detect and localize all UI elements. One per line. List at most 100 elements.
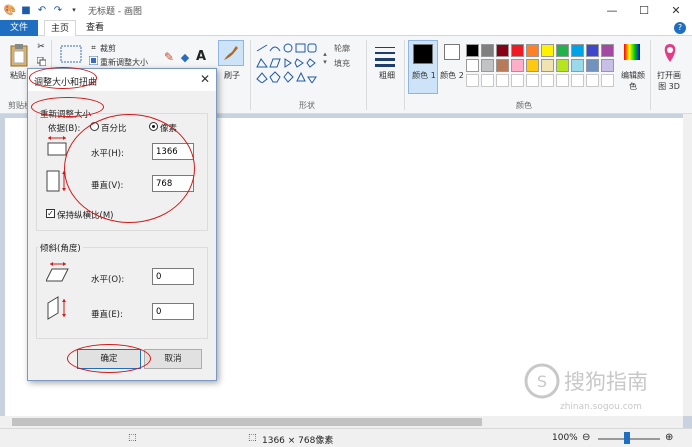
palette-swatch[interactable] bbox=[481, 59, 494, 72]
palette-swatch[interactable] bbox=[586, 59, 599, 72]
edit-colors-icon[interactable] bbox=[622, 42, 642, 62]
status-bar: ⬚ ⬚ 1366 × 768像素 100% ⊖ ⊕ bbox=[0, 428, 692, 447]
horizontal-scrollbar[interactable] bbox=[0, 416, 683, 428]
skew-vertical-input[interactable] bbox=[152, 303, 194, 320]
zoom-slider-thumb[interactable] bbox=[624, 432, 630, 444]
edit-colors-label[interactable]: 编辑颜色 bbox=[620, 70, 646, 92]
color2-label[interactable]: 颜色 2 bbox=[440, 70, 464, 81]
window-title: 无标题 - 画图 bbox=[88, 6, 142, 17]
palette-swatch[interactable] bbox=[571, 59, 584, 72]
palette-swatch[interactable] bbox=[466, 44, 479, 57]
palette-swatch-empty[interactable] bbox=[601, 74, 614, 87]
redo-icon[interactable]: ↷ bbox=[52, 4, 64, 16]
size-icon[interactable] bbox=[374, 44, 396, 68]
paint-app-icon: 🎨 bbox=[3, 4, 17, 16]
palette-swatch-empty[interactable] bbox=[556, 74, 569, 87]
palette-swatch-empty[interactable] bbox=[541, 74, 554, 87]
palette-swatch[interactable] bbox=[481, 44, 494, 57]
shapes-gallery[interactable] bbox=[254, 42, 318, 84]
tab-file[interactable]: 文件 bbox=[0, 20, 38, 36]
palette-swatch[interactable] bbox=[541, 44, 554, 57]
palette-swatch[interactable] bbox=[526, 59, 539, 72]
fill-button[interactable]: 填充 bbox=[334, 58, 350, 69]
undo-icon[interactable]: ↶ bbox=[36, 4, 48, 16]
palette-swatch[interactable] bbox=[571, 44, 584, 57]
pencil-icon[interactable]: ✎ bbox=[162, 50, 176, 64]
pixels-radio[interactable] bbox=[149, 122, 158, 131]
palette-swatch[interactable] bbox=[541, 59, 554, 72]
horizontal-input[interactable] bbox=[152, 143, 194, 160]
color2-swatch[interactable] bbox=[444, 44, 460, 60]
percent-label[interactable]: 百分比 bbox=[101, 122, 127, 134]
palette-swatch[interactable] bbox=[556, 59, 569, 72]
minimize-button[interactable]: — bbox=[596, 0, 628, 20]
select-icon[interactable] bbox=[59, 44, 83, 64]
dialog-title-bar: 调整大小和扭曲 ✕ bbox=[28, 69, 216, 91]
save-icon[interactable]: ■ bbox=[20, 4, 32, 16]
help-icon[interactable]: ? bbox=[674, 22, 686, 34]
palette-swatch[interactable] bbox=[496, 44, 509, 57]
vertical-input[interactable] bbox=[152, 175, 194, 192]
shapes-scroll-icon[interactable]: ▴ ▾ bbox=[321, 44, 329, 72]
palette-swatch-empty[interactable] bbox=[496, 74, 509, 87]
palette-swatch[interactable] bbox=[466, 59, 479, 72]
zoom-level: 100% bbox=[552, 433, 578, 443]
resize-button[interactable]: 重新调整大小 bbox=[100, 57, 148, 68]
palette-swatch[interactable] bbox=[586, 44, 599, 57]
palette-swatch[interactable] bbox=[556, 44, 569, 57]
palette-swatch-empty[interactable] bbox=[586, 74, 599, 87]
percent-radio[interactable] bbox=[90, 122, 99, 131]
tab-view[interactable]: 查看 bbox=[80, 20, 110, 36]
paste-icon[interactable] bbox=[8, 42, 30, 68]
tab-home[interactable]: 主页 bbox=[44, 20, 76, 37]
pixels-label[interactable]: 像素 bbox=[160, 122, 177, 134]
vertical-label: 垂直(V): bbox=[91, 181, 124, 191]
palette-swatch-empty[interactable] bbox=[511, 74, 524, 87]
palette-swatch[interactable] bbox=[496, 59, 509, 72]
palette-swatch[interactable] bbox=[526, 44, 539, 57]
keep-ratio-label[interactable]: 保持纵横比(M) bbox=[57, 209, 113, 221]
brush-label[interactable]: 刷子 bbox=[224, 70, 240, 81]
cut-icon[interactable]: ✂ bbox=[36, 42, 46, 52]
palette-swatch[interactable] bbox=[601, 44, 614, 57]
resize-vertical-icon bbox=[46, 170, 66, 192]
horizontal-scroll-thumb[interactable] bbox=[12, 418, 482, 426]
palette-swatch[interactable] bbox=[511, 59, 524, 72]
copy-icon[interactable] bbox=[36, 56, 46, 66]
skew-horizontal-input[interactable] bbox=[152, 268, 194, 285]
zoom-out-icon[interactable]: ⊖ bbox=[582, 432, 590, 443]
color1-selector[interactable] bbox=[408, 40, 438, 94]
paste-label[interactable]: 粘贴 bbox=[10, 70, 26, 81]
color1-label[interactable]: 颜色 1 bbox=[412, 70, 436, 81]
crop-button[interactable]: 裁剪 bbox=[100, 43, 116, 54]
size-label[interactable]: 粗细 bbox=[379, 70, 395, 81]
palette-swatch-empty[interactable] bbox=[481, 74, 494, 87]
watermark-text: 搜狗指南 bbox=[564, 370, 648, 394]
selection-size-icon: ⬚ bbox=[128, 433, 137, 443]
skew-vertical-label: 垂直(E): bbox=[91, 310, 123, 320]
close-window-button[interactable]: ✕ bbox=[660, 0, 692, 20]
vertical-scrollbar[interactable] bbox=[683, 114, 692, 416]
resize-group-title: 重新调整大小 bbox=[38, 108, 94, 120]
crop-icon[interactable]: ⌗ bbox=[89, 43, 98, 52]
customize-qat-icon[interactable]: ▾ bbox=[68, 4, 80, 16]
paint3d-icon[interactable] bbox=[660, 42, 680, 64]
fill-icon[interactable]: ◆ bbox=[178, 50, 192, 64]
palette-swatch-empty[interactable] bbox=[571, 74, 584, 87]
palette-swatch[interactable] bbox=[601, 59, 614, 72]
zoom-in-icon[interactable]: ⊕ bbox=[665, 432, 673, 443]
palette-swatch[interactable] bbox=[511, 44, 524, 57]
keep-ratio-checkbox[interactable]: ✓ bbox=[46, 209, 55, 218]
outline-button[interactable]: 轮廓 bbox=[334, 43, 350, 54]
ok-button[interactable]: 确定 bbox=[77, 349, 141, 369]
palette-swatch-empty[interactable] bbox=[466, 74, 479, 87]
paint3d-label[interactable]: 打开画图 3D bbox=[654, 70, 684, 92]
maximize-button[interactable]: ☐ bbox=[628, 0, 660, 20]
palette-swatch-empty[interactable] bbox=[526, 74, 539, 87]
resize-icon[interactable] bbox=[89, 56, 98, 65]
text-icon[interactable]: A bbox=[194, 48, 208, 64]
brush-icon[interactable] bbox=[218, 40, 244, 66]
dialog-close-icon[interactable]: ✕ bbox=[200, 72, 210, 86]
cancel-button[interactable]: 取消 bbox=[144, 349, 202, 369]
resize-horizontal-icon bbox=[47, 136, 67, 156]
